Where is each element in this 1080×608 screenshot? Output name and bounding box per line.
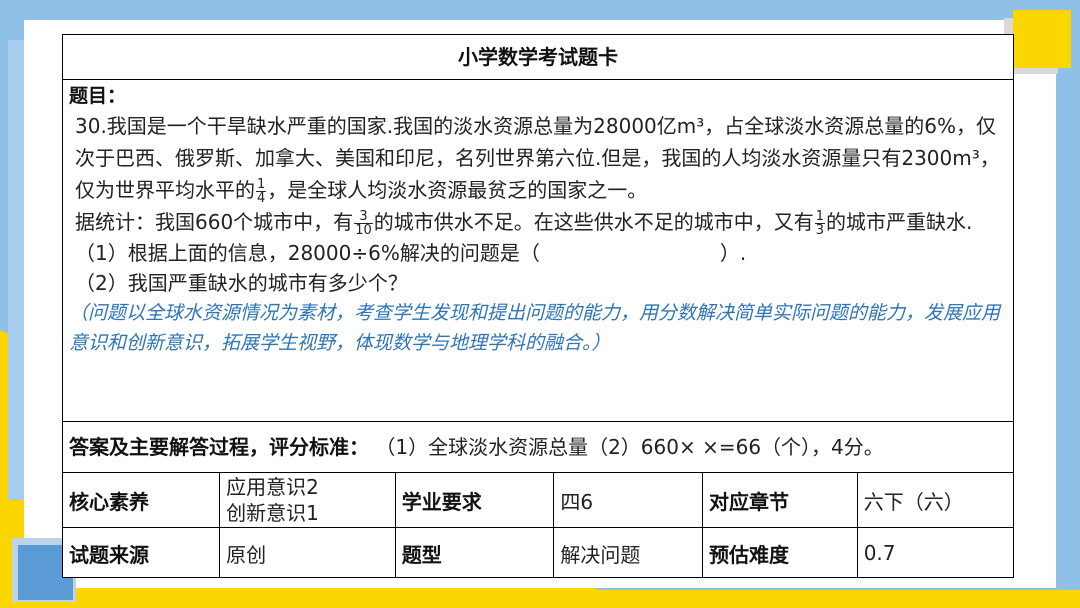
core-literacy-item: 创新意识1 bbox=[226, 501, 319, 525]
answer-section: 答案及主要解答过程，评分标准： （1）全球淡水资源总量（2）660× ×=66（… bbox=[63, 422, 1013, 473]
source-label: 试题来源 bbox=[63, 527, 221, 578]
answer-text: （1）全球淡水资源总量（2）660× ×=66（个），4分。 bbox=[375, 435, 884, 459]
fraction-numerator: 1 bbox=[256, 177, 267, 192]
question-note: （问题以全球水资源情况为素材，考查学生发现和提出问题的能力，用分数解决简单实际问… bbox=[69, 302, 1001, 354]
chapter-value: 六下（六） bbox=[856, 473, 1013, 528]
question-text-segment: ，是全球人均淡水资源最贫乏的国家之一。 bbox=[267, 178, 648, 202]
question-type-value: 解决问题 bbox=[553, 527, 704, 578]
sub-question-2: （2）我国严重缺水的城市有多少个？ bbox=[75, 271, 408, 295]
question-text-segment: 的城市供水不足。在这些供水不足的城市中，又有 bbox=[373, 210, 814, 234]
fraction-denominator: 3 bbox=[815, 223, 825, 238]
fraction: 3 10 bbox=[354, 210, 373, 237]
decor-blue-strip bbox=[8, 40, 24, 500]
question-paragraph: 30.我国是一个干旱缺水严重的国家.我国的淡水资源总量为28000亿m³，占全球… bbox=[75, 110, 1007, 206]
source-value: 原创 bbox=[219, 527, 396, 578]
table-row: 试题来源 原创 题型 解决问题 预估难度 0.7 bbox=[63, 527, 1013, 578]
exam-card: 小学数学考试题卡 题目： 30.我国是一个干旱缺水严重的国家.我国的淡水资源总量… bbox=[62, 34, 1014, 578]
question-label: 题目： bbox=[69, 85, 127, 107]
decor-yellow-strip bbox=[0, 590, 1080, 608]
page-title: 小学数学考试题卡 bbox=[63, 35, 1013, 80]
question-section: 题目： 30.我国是一个干旱缺水严重的国家.我国的淡水资源总量为28000亿m³… bbox=[63, 80, 1013, 422]
question-type-label: 题型 bbox=[394, 527, 555, 578]
fraction-denominator: 10 bbox=[355, 223, 372, 238]
difficulty-label: 预估难度 bbox=[702, 527, 858, 578]
core-literacy-value: 应用意识2 创新意识1 bbox=[219, 473, 396, 528]
difficulty-value: 0.7 bbox=[856, 527, 1013, 578]
question-text: 30.我国是一个干旱缺水严重的国家.我国的淡水资源总量为28000亿m³，占全球… bbox=[69, 110, 1007, 238]
chapter-label: 对应章节 bbox=[702, 473, 858, 528]
question-text-segment: 的城市严重缺水. bbox=[826, 210, 973, 234]
table-row: 核心素养 应用意识2 创新意识1 学业要求 四6 对应章节 六下（六） bbox=[63, 473, 1013, 528]
core-literacy-label: 核心素养 bbox=[63, 473, 221, 528]
core-literacy-item: 应用意识2 bbox=[226, 475, 319, 499]
fraction: 14 bbox=[256, 177, 267, 206]
fraction-numerator: 3 bbox=[354, 210, 373, 224]
sub-question-1: （1）根据上面的信息，28000÷6%解决的问题是（ ）. bbox=[75, 241, 747, 265]
fraction: 13 bbox=[814, 209, 826, 238]
question-text-segment: 据统计：我国660个城市中，有 bbox=[75, 210, 354, 234]
academic-requirement-label: 学业要求 bbox=[394, 473, 555, 528]
answer-label: 答案及主要解答过程，评分标准： bbox=[69, 435, 369, 459]
academic-requirement-value: 四6 bbox=[553, 473, 704, 528]
fraction-numerator: 1 bbox=[814, 209, 826, 224]
meta-table: 核心素养 应用意识2 创新意识1 学业要求 四6 对应章节 六下（六） 试题来源… bbox=[63, 473, 1013, 578]
fraction-denominator: 4 bbox=[257, 191, 266, 206]
decor-yellow-square bbox=[1013, 10, 1071, 68]
question-paragraph: 据统计：我国660个城市中，有 3 10 的城市供水不足。在这些供水不足的城市中，又有… bbox=[75, 206, 1007, 238]
